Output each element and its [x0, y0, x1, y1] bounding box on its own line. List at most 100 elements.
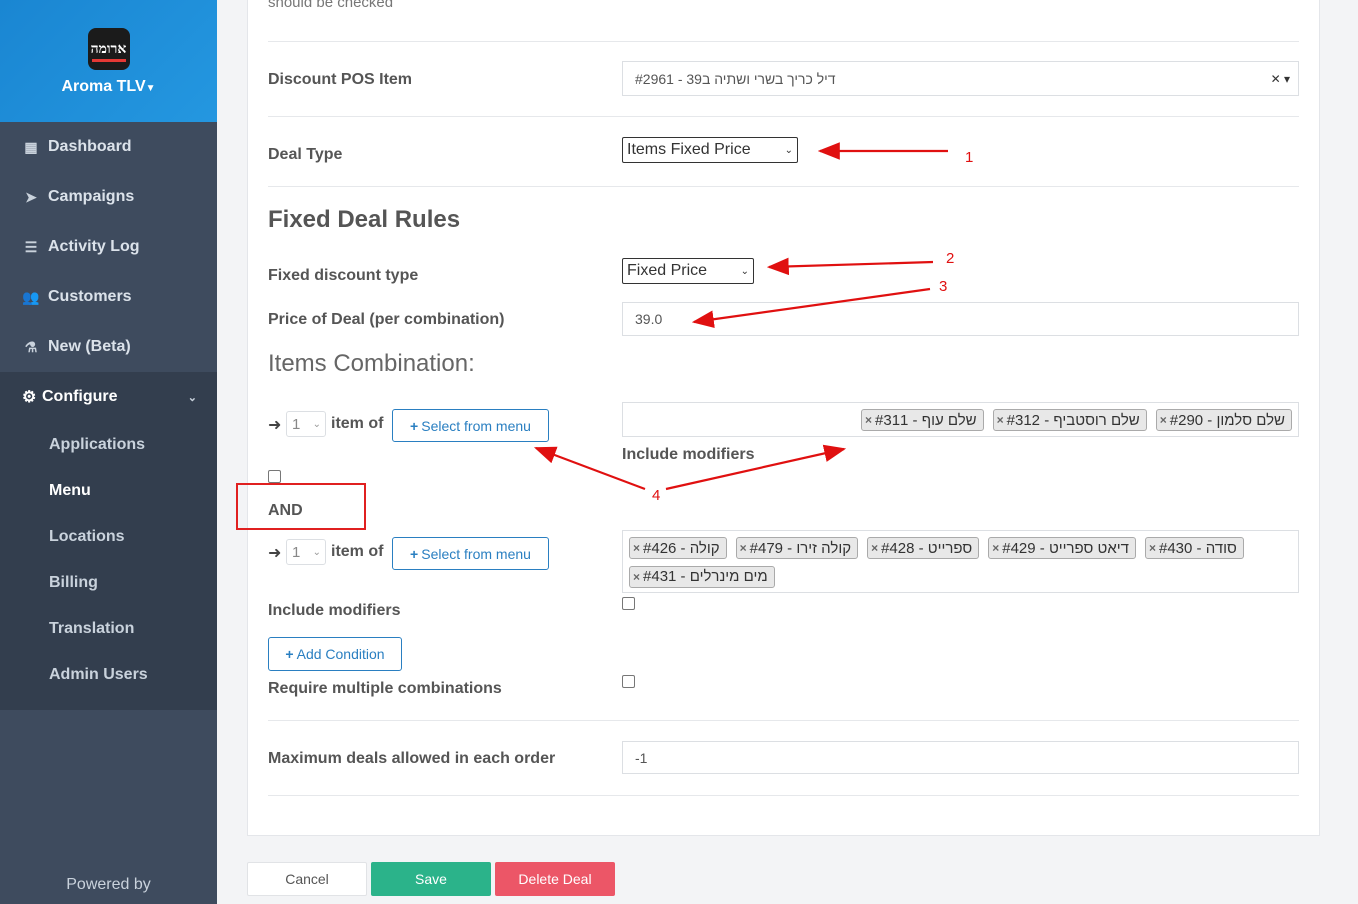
- price-label: Price of Deal (per combination): [268, 311, 505, 328]
- tag-label: #311 - שלם עוף: [875, 411, 977, 429]
- price-input[interactable]: 39.0: [622, 302, 1299, 336]
- annotation-number: 3: [939, 278, 948, 295]
- max-deals-value: -1: [635, 749, 648, 766]
- deal-type-value: Items Fixed Price: [627, 141, 751, 158]
- item-tag[interactable]: × #431 - מים מינרלים: [629, 565, 775, 588]
- sidebar-item-label: Activity Log: [48, 238, 140, 255]
- tag-label: #290 - שלם סלמון: [1169, 411, 1285, 429]
- annotation-number: 1: [965, 149, 974, 166]
- annotation-number: 2: [946, 250, 955, 267]
- sidebar: ארומה Aroma TLV▼ ▦ Dashboard ➤ Campaigns ☰…: [0, 0, 217, 904]
- button-label: Select from menu: [421, 417, 531, 434]
- max-deals-input[interactable]: -1: [622, 741, 1299, 774]
- brand-name: Aroma TLV: [61, 78, 146, 95]
- sidebar-item-locations[interactable]: Locations: [0, 514, 217, 560]
- chevron-down-icon: ⌄: [312, 418, 321, 430]
- item-of-label: item of: [331, 415, 384, 432]
- item-tag[interactable]: × #426 - קולה: [629, 537, 727, 559]
- require-multiple-checkbox[interactable]: [622, 675, 635, 688]
- divider: [268, 116, 1299, 117]
- plus-icon: +: [410, 417, 419, 434]
- remove-icon[interactable]: ×: [1160, 413, 1167, 427]
- delete-deal-button[interactable]: Delete Deal: [495, 862, 615, 896]
- group2-items-field[interactable]: × #426 - קולה × #479 - קולה זירו × #428 - ס…: [622, 530, 1299, 593]
- discount-pos-item-select[interactable]: #2961 - דיל כריך בשרי ושתיה ב39 ✕ ▾: [622, 61, 1299, 96]
- item-tag[interactable]: × #479 - קולה זירו: [735, 537, 859, 559]
- quantity-value: 1: [292, 543, 301, 561]
- items-combination-title: Items Combination:: [268, 350, 475, 377]
- remove-icon[interactable]: ×: [633, 570, 640, 584]
- quantity-value: 1: [292, 415, 301, 433]
- sidebar-item-applications[interactable]: Applications: [0, 422, 217, 468]
- sidebar-item-translation[interactable]: Translation: [0, 606, 217, 652]
- tag-label: #429 - דיאט ספרייט: [1002, 539, 1129, 557]
- remove-icon[interactable]: ×: [865, 413, 872, 427]
- include-modifiers-label: Include modifiers: [622, 446, 755, 463]
- price-value: 39.0: [635, 311, 663, 327]
- item-tag[interactable]: × #430 - סודה: [1144, 537, 1244, 559]
- include-modifiers-label: Include modifiers: [268, 602, 401, 619]
- account-switcher[interactable]: Aroma TLV▼: [61, 78, 155, 96]
- sidebar-item-customers[interactable]: 👥 Customers: [0, 272, 217, 322]
- users-icon: 👥: [22, 288, 40, 305]
- divider: [268, 41, 1299, 42]
- item-tag[interactable]: × #312 - שלם רוסטביף: [992, 409, 1147, 431]
- sidebar-item-activity-log[interactable]: ☰ Activity Log: [0, 222, 217, 272]
- arrow-right-icon: ➜: [268, 545, 282, 562]
- brand-header: ארומה Aroma TLV▼: [0, 0, 217, 122]
- remove-icon[interactable]: ×: [740, 541, 747, 555]
- group1-items-field[interactable]: × #311 - שלם עוף × #312 - שלם רוסטביף × #29…: [622, 402, 1299, 437]
- quantity-select-1[interactable]: 1 ⌄: [286, 411, 326, 437]
- chevron-down-icon: ⌄: [312, 546, 321, 558]
- sidebar-item-label: Configure: [42, 388, 118, 405]
- sidebar-item-dashboard[interactable]: ▦ Dashboard: [0, 122, 217, 172]
- tag-label: #431 - מים מינרלים: [643, 568, 768, 585]
- discount-pos-item-value: #2961 - דיל כריך בשרי ושתיה ב39: [635, 70, 836, 87]
- powered-by: Powered by: [66, 876, 151, 893]
- remove-icon[interactable]: ×: [992, 541, 999, 555]
- fixed-discount-type-select[interactable]: Fixed Price ⌄: [622, 258, 754, 284]
- chevron-down-icon: ⌄: [784, 144, 793, 156]
- divider: [268, 720, 1299, 721]
- divider: [268, 186, 1299, 187]
- item-of-label: item of: [331, 543, 384, 560]
- plus-icon: +: [410, 545, 419, 562]
- gear-icon: ⚙: [22, 389, 37, 406]
- add-condition-button[interactable]: + Add Condition: [268, 637, 402, 671]
- select-from-menu-button[interactable]: + Select from menu: [392, 537, 549, 570]
- button-label: Add Condition: [296, 646, 385, 662]
- save-button[interactable]: Save: [371, 862, 491, 896]
- chevron-down-icon: ⌄: [740, 265, 749, 277]
- brand-logo-text: ארומה: [90, 40, 127, 57]
- sidebar-item-label: Campaigns: [48, 188, 135, 205]
- paper-plane-icon: ➤: [25, 188, 37, 205]
- item-tag[interactable]: × #311 - שלם עוף: [861, 409, 984, 431]
- include-modifiers-checkbox-2[interactable]: [622, 597, 635, 610]
- remove-icon[interactable]: ×: [1149, 541, 1156, 555]
- sidebar-item-billing[interactable]: Billing: [0, 560, 217, 606]
- remove-icon[interactable]: ×: [871, 541, 878, 555]
- sidebar-item-new-beta[interactable]: ⚗ New (Beta): [0, 322, 217, 372]
- deal-type-select[interactable]: Items Fixed Price ⌄: [622, 137, 798, 163]
- item-tag[interactable]: × #290 - שלם סלמון: [1155, 409, 1292, 431]
- sidebar-item-campaigns[interactable]: ➤ Campaigns: [0, 172, 217, 222]
- item-tag[interactable]: × #429 - דיאט ספרייט: [988, 537, 1136, 559]
- tag-label: #430 - סודה: [1159, 539, 1237, 557]
- remove-icon[interactable]: ×: [997, 413, 1004, 427]
- sidebar-item-admin-users[interactable]: Admin Users: [0, 652, 217, 698]
- dashboard-icon: ▦: [24, 138, 38, 155]
- fixed-discount-type-value: Fixed Price: [627, 262, 708, 279]
- discount-pos-item-label: Discount POS Item: [268, 71, 413, 88]
- sidebar-item-label: Customers: [48, 288, 132, 305]
- cancel-button[interactable]: Cancel: [247, 862, 367, 896]
- include-modifiers-checkbox-1[interactable]: [268, 470, 281, 483]
- item-tag[interactable]: × #428 - ספרייט: [867, 537, 980, 559]
- quantity-select-2[interactable]: 1 ⌄: [286, 539, 326, 565]
- tag-label: #426 - קולה: [643, 539, 720, 557]
- select-from-menu-button[interactable]: + Select from menu: [392, 409, 549, 442]
- remove-icon[interactable]: ×: [633, 541, 640, 555]
- sidebar-item-configure[interactable]: ⚙ Configure ⌄: [0, 372, 217, 422]
- divider: [268, 795, 1299, 796]
- brand-logo[interactable]: ארומה: [87, 28, 130, 70]
- sidebar-item-menu[interactable]: Menu: [0, 468, 217, 514]
